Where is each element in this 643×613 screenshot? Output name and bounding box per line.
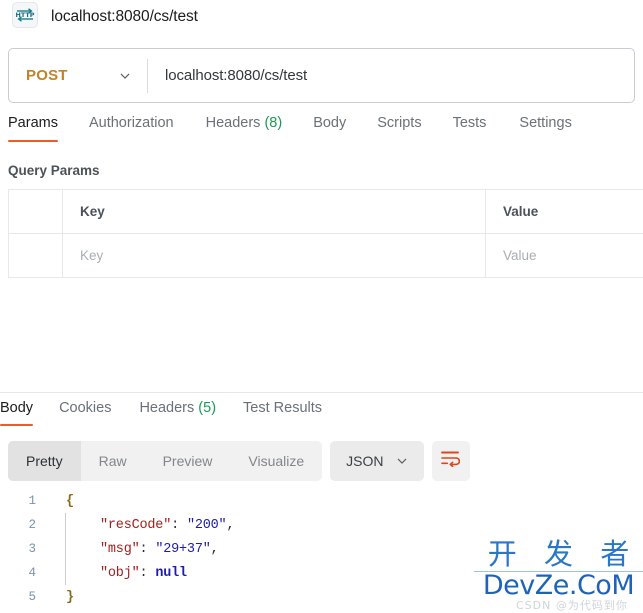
query-params-title: Query Params [8,163,100,178]
tab-label: Headers [205,115,261,131]
code-text: } [66,590,74,605]
tab-label: Scripts [377,115,422,131]
word-wrap-icon [441,450,461,472]
postman-request-window: HTTP localhost:8080/cs/test POST localho… [0,0,643,613]
query-params-table: Key Value Key Value [8,189,643,278]
http-protocol-icon: HTTP [12,1,38,28]
response-tab-body[interactable]: Body [0,400,34,426]
view-preview-button[interactable]: Preview [145,441,231,481]
tab-label: Params [8,115,58,131]
column-header-value: Value [503,204,539,219]
code-token: } [66,589,74,605]
value-placeholder: Value [503,248,537,263]
view-pretty-button[interactable]: Pretty [8,441,81,481]
code-token: "29+37" [155,541,211,557]
view-raw-button[interactable]: Raw [81,441,145,481]
tab-authorization[interactable]: Authorization [89,115,174,142]
code-token: : [139,541,156,557]
code-token: : [139,565,156,581]
response-tab-bar: Body Cookies Headers (5) Test Results [0,400,643,432]
code-token: "200" [186,517,227,533]
code-text: "resCode": "200", [66,517,235,533]
view-visualize-button[interactable]: Visualize [230,441,322,481]
method-label: POST [26,67,68,84]
tab-label: Body [0,400,34,416]
tab-label: Test Results [243,400,323,416]
response-tab-cookies[interactable]: Cookies [59,400,111,426]
key-placeholder: Key [80,248,104,263]
code-line: 1{ [0,489,643,513]
tab-label: Authorization [88,115,174,131]
code-token: "msg" [100,541,140,557]
tab-headers[interactable]: Headers (8) [206,115,283,142]
tab-count-badge: (8) [264,115,283,131]
method-selector[interactable]: POST [9,49,147,102]
param-value-input[interactable]: Value [486,234,643,277]
code-token: , [210,541,219,557]
request-header: HTTP localhost:8080/cs/test [0,0,643,33]
indent-guide [44,513,66,537]
code-text: { [66,494,74,509]
tab-settings[interactable]: Settings [519,115,571,142]
language-label: JSON [346,453,384,469]
response-divider [0,392,643,393]
tab-params[interactable]: Params [8,115,58,142]
indent-guide [44,537,66,561]
response-tab-headers[interactable]: Headers (5) [139,400,216,426]
chevron-down-icon [119,70,131,82]
table-row: Key Value [9,234,643,278]
response-tab-test-results[interactable]: Test Results [243,400,322,426]
tab-label: Settings [519,115,572,131]
code-line: 3 "msg": "29+37", [0,537,643,561]
code-token: , [226,517,235,533]
column-header-key: Key [63,190,486,233]
line-number: 1 [28,494,36,508]
tab-count-badge: (5) [198,400,217,416]
code-line: 2 "resCode": "200", [0,513,643,537]
response-body-code[interactable]: 1{2 "resCode": "200", 3 "msg": "29+37", 4 "ob… [0,489,643,613]
tab-tests[interactable]: Tests [453,115,487,142]
request-tab-bar: Params Authorization Headers (8) Body Sc… [0,115,643,151]
code-token: null [155,565,187,581]
select-all-cell[interactable] [9,190,63,233]
url-bar: POST localhost:8080/cs/test [8,48,635,103]
row-checkbox-cell[interactable] [9,234,63,277]
view-mode-group: Pretty Raw Preview Visualize [8,441,323,481]
tab-label: Body [313,115,347,131]
code-text: "msg": "29+37", [66,542,219,557]
indent-guide [44,561,66,585]
line-number: 4 [28,566,36,580]
code-token: "resCode" [100,517,172,533]
tab-body[interactable]: Body [313,115,346,142]
code-token: "obj" [100,565,140,581]
line-number: 3 [28,542,36,556]
word-wrap-button[interactable] [431,441,470,481]
language-selector[interactable]: JSON [330,441,424,481]
chevron-down-icon [396,455,408,467]
code-line: 5} [0,585,643,609]
tab-label: Headers [139,400,195,416]
line-number: 2 [28,518,36,532]
code-token: { [66,493,74,509]
tab-scripts[interactable]: Scripts [377,115,421,142]
response-format-toolbar: Pretty Raw Preview Visualize JSON [8,441,470,481]
code-text: "obj": null [66,566,187,581]
tab-label: Cookies [59,400,112,416]
param-key-input[interactable]: Key [63,234,486,277]
line-number: 5 [28,590,36,604]
table-header-row: Key Value [9,190,643,234]
tab-label: Tests [452,115,487,131]
code-token: : [171,517,187,533]
code-line: 4 "obj": null [0,561,643,585]
page-title: localhost:8080/cs/test [51,7,198,25]
svg-text:HTTP: HTTP [16,11,35,19]
url-input[interactable]: localhost:8080/cs/test [148,67,634,84]
